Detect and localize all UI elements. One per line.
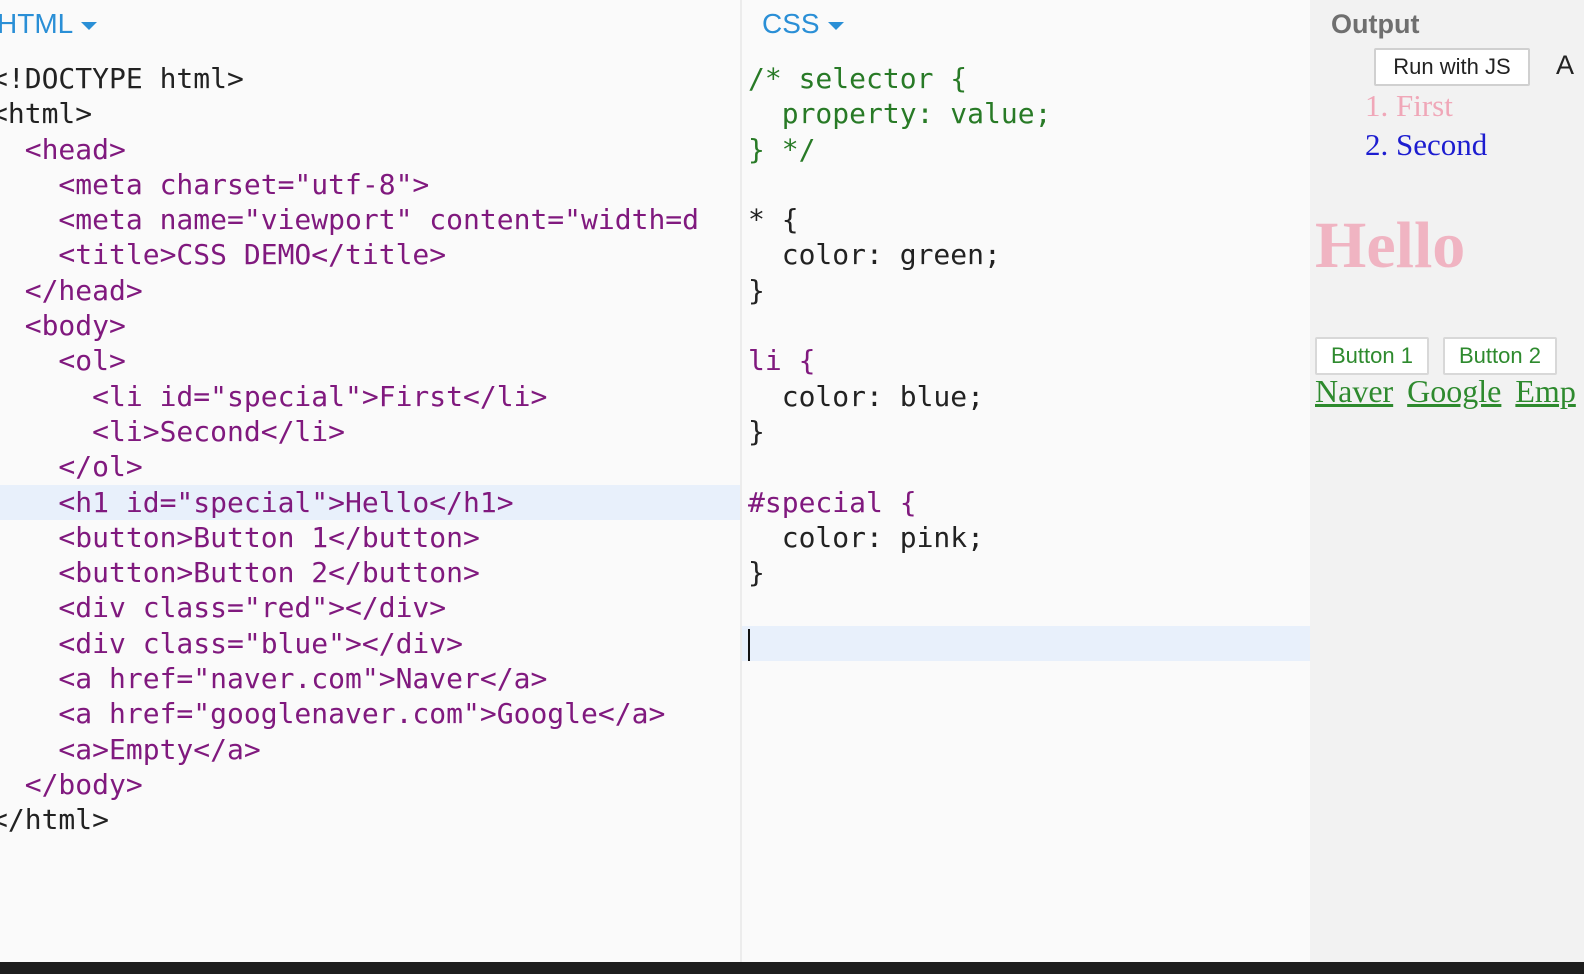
html-editor-panel[interactable]: HTML <!DOCTYPE html> <html> <head> <meta… [0,0,740,962]
output-button-2[interactable]: Button 2 [1443,337,1557,375]
code-line: </body> [0,767,143,801]
code-line: <title>CSS DEMO</title> [0,238,447,272]
code-line: <div class="red"></div> [0,591,447,625]
code-line: <body> [0,309,126,343]
code-line: <li>Second</li> [0,414,346,448]
output-link-empty[interactable]: Emp [1515,373,1575,409]
code-line: <button>Button 1</button> [0,520,480,554]
code-line: <ol> [0,344,126,378]
output-link-google[interactable]: Google [1407,373,1501,409]
code-line: </ol> [0,450,143,484]
html-panel-header[interactable]: HTML [0,4,98,44]
code-line: </html> [0,803,110,837]
code-line: <head> [0,132,126,166]
code-line: } [748,273,765,307]
chevron-down-icon[interactable] [81,22,98,30]
output-button-1[interactable]: Button 1 [1315,337,1429,375]
html-code-area[interactable]: <!DOCTYPE html> <html> <head> <meta char… [0,61,740,838]
output-link-naver[interactable]: Naver [1315,373,1393,409]
output-list-item-first: 1. First [1365,88,1453,123]
code-line: color: blue; [748,379,985,413]
code-line: <!DOCTYPE html> [0,62,244,95]
code-line: <div class="blue"></div> [0,626,464,660]
bottom-bar [0,962,1584,974]
chevron-down-icon[interactable] [827,22,844,30]
output-panel: Output Run with JS A 1. First 2. Second … [1310,0,1584,962]
code-line: </head> [0,273,143,307]
output-list-item-second: 2. Second [1365,127,1488,162]
code-line: li { [748,344,816,378]
code-line: <a href="naver.com">Naver</a> [0,662,548,696]
code-line: #special { [748,485,917,519]
code-line: color: green; [748,238,1001,272]
css-panel-header[interactable]: CSS [762,4,844,44]
code-line: property: value; [748,97,1052,131]
code-line: <a href="googlenaver.com">Google</a> [0,697,666,731]
code-line: <button>Button 2</button> [0,556,480,590]
code-line: <meta name="viewport" content="width=d [0,203,700,237]
code-line: <html> [0,97,93,131]
code-line: <a>Empty</a> [0,732,261,766]
css-code-area[interactable]: /* selector { property: value; } */ * { … [742,61,1310,662]
output-heading: Hello [1315,209,1466,282]
code-line-active: <h1 id="special">Hello</h1> [0,484,740,520]
code-line: * { [748,203,799,237]
css-panel-title[interactable]: CSS [762,8,820,40]
text-cursor [748,628,750,661]
code-line: color: pink; [748,520,985,554]
code-line: } [748,414,765,448]
output-panel-title: Output [1331,9,1420,39]
run-with-js-button[interactable]: Run with JS [1374,48,1530,86]
code-line: <li id="special">First</li> [0,379,548,413]
code-line: } */ [748,132,816,166]
code-line: } [748,556,765,590]
css-editor-panel[interactable]: CSS /* selector { property: value; } */ … [740,0,1312,962]
code-line: /* selector { [748,62,968,95]
output-trailing-text: A [1556,50,1575,80]
code-line-active[interactable] [742,625,1310,662]
output-links: Naver Google Emp [1315,373,1582,410]
output-ordered-list: 1. First 2. Second [1365,86,1487,164]
html-panel-title[interactable]: HTML [0,8,73,40]
code-line: <meta charset="utf-8"> [0,167,430,201]
